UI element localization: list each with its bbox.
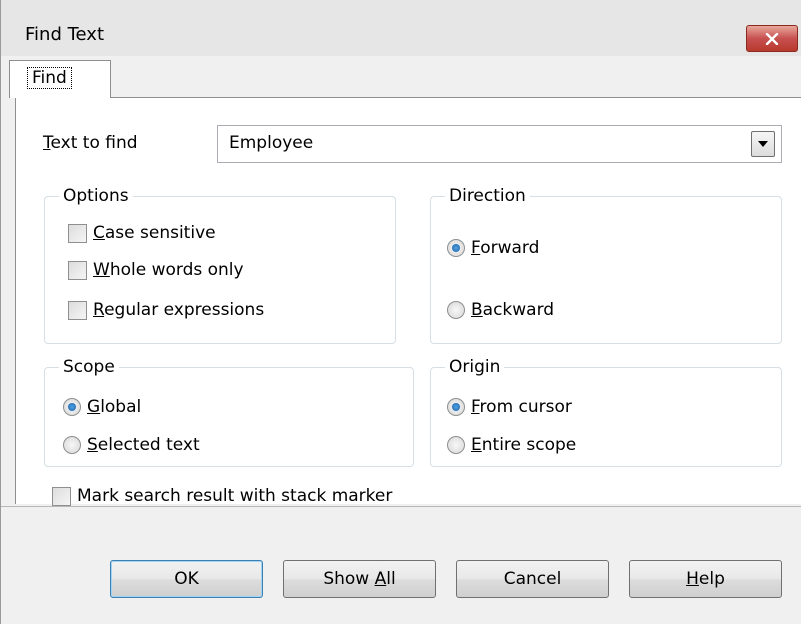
regular-expressions-box[interactable] <box>68 300 87 320</box>
whole-words-label: Whole words only <box>93 260 244 280</box>
regular-expressions-checkbox[interactable]: Regular expressions <box>68 300 264 320</box>
options-legend: Options <box>63 186 129 206</box>
case-sensitive-checkbox[interactable]: Case sensitive <box>68 223 216 243</box>
from-cursor-radio-button[interactable] <box>447 398 465 416</box>
ok-button-label: OK <box>174 569 199 589</box>
dropdown-button[interactable] <box>751 131 775 157</box>
forward-radio-button[interactable] <box>447 239 465 257</box>
radio-selected-dot <box>452 244 460 252</box>
selected-text-radio[interactable]: Selected text <box>63 435 200 455</box>
title-bar[interactable]: Find Text <box>1 0 801 56</box>
scope-legend: Scope <box>63 357 115 377</box>
text-to-find-value: Employee <box>229 133 314 153</box>
window-title: Find Text <box>25 24 105 45</box>
radio-selected-dot <box>68 403 76 411</box>
help-button[interactable]: Help <box>629 560 782 598</box>
backward-radio-button[interactable] <box>447 301 465 319</box>
tab-find[interactable]: Find <box>9 60 111 98</box>
cancel-button[interactable]: Cancel <box>456 560 609 598</box>
entire-scope-radio-button[interactable] <box>447 436 465 454</box>
close-button[interactable] <box>746 25 798 52</box>
case-sensitive-box[interactable] <box>68 223 87 243</box>
help-button-label: Help <box>686 569 725 589</box>
direction-group: Direction <box>430 186 782 344</box>
ok-button[interactable]: OK <box>110 560 263 598</box>
button-area-separator <box>1 506 801 507</box>
global-radio-button[interactable] <box>63 398 81 416</box>
mark-stack-label: Mark search result with stack marker <box>77 486 393 506</box>
text-to-find-label: Text to find <box>43 133 138 153</box>
direction-legend: Direction <box>449 186 526 206</box>
backward-radio[interactable]: Backward <box>447 300 554 320</box>
forward-label: Forward <box>471 238 540 258</box>
show-all-button-label: Show All <box>323 569 396 589</box>
selected-text-label: Selected text <box>87 435 200 455</box>
from-cursor-label: From cursor <box>471 397 572 417</box>
chevron-down-icon <box>758 141 768 147</box>
origin-legend: Origin <box>449 357 501 377</box>
selected-text-radio-button[interactable] <box>63 436 81 454</box>
case-sensitive-label: Case sensitive <box>93 223 216 243</box>
mark-stack-checkbox[interactable]: Mark search result with stack marker <box>52 486 392 506</box>
regular-expressions-label: Regular expressions <box>93 300 265 320</box>
mark-stack-box[interactable] <box>52 486 71 506</box>
text-to-find-combobox[interactable]: Employee <box>217 125 782 163</box>
backward-label: Backward <box>471 300 555 320</box>
mnemonic-t: T <box>43 133 51 153</box>
entire-scope-radio[interactable]: Entire scope <box>447 435 576 455</box>
entire-scope-label: Entire scope <box>471 435 577 455</box>
text-to-find-label-rest: ext to find <box>50 133 138 153</box>
whole-words-box[interactable] <box>68 260 87 280</box>
radio-selected-dot <box>452 403 460 411</box>
whole-words-checkbox[interactable]: Whole words only <box>68 260 244 280</box>
from-cursor-radio[interactable]: From cursor <box>447 397 572 417</box>
global-label: Global <box>87 397 142 417</box>
forward-radio[interactable]: Forward <box>447 238 539 258</box>
global-radio[interactable]: Global <box>63 397 141 417</box>
tab-strip <box>9 56 801 98</box>
show-all-button[interactable]: Show All <box>283 560 436 598</box>
close-icon <box>765 32 779 45</box>
cancel-button-label: Cancel <box>503 569 562 589</box>
tab-find-label: Find <box>27 67 72 89</box>
window-bottom-edge <box>1 620 801 624</box>
find-text-dialog: Find Text Find Text to find Employee Opt… <box>0 0 801 624</box>
